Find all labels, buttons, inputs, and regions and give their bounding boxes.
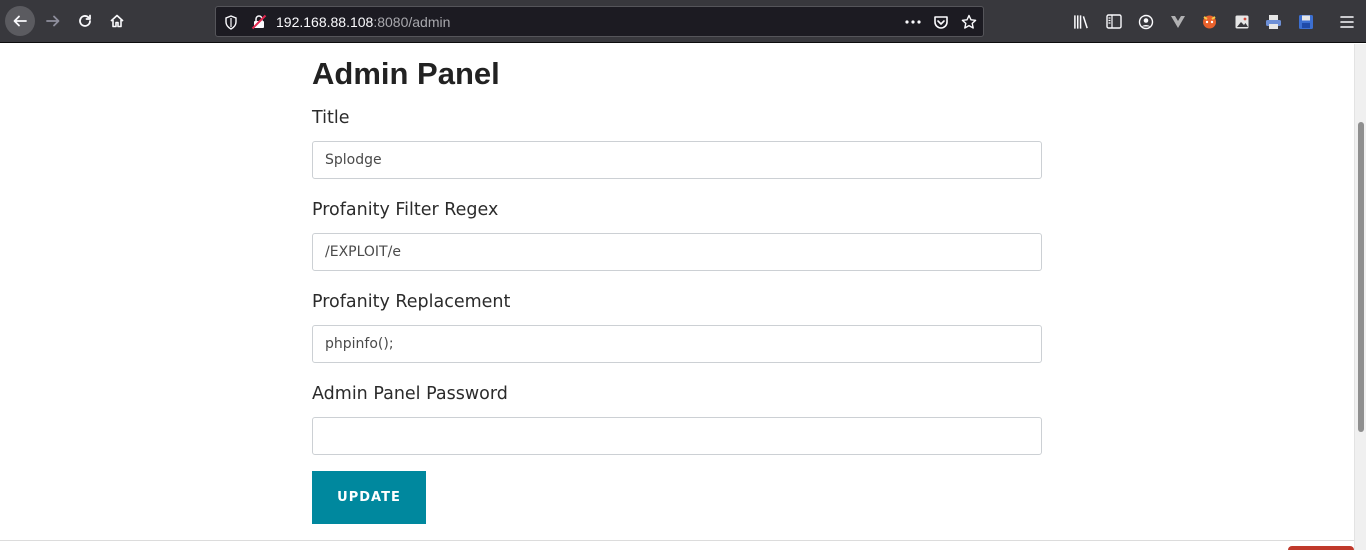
update-button[interactable]: UPDATE [312,471,426,524]
pocket-icon[interactable] [932,14,950,30]
back-button[interactable] [5,6,35,36]
footer-divider [0,540,1354,541]
vue-devtools-icon[interactable] [1169,13,1186,30]
extension-save-icon[interactable] [1297,13,1314,30]
insecure-lock-icon[interactable] [251,14,267,30]
home-icon [110,14,124,28]
library-icon[interactable] [1073,13,1090,30]
corner-tab[interactable] [1288,546,1354,550]
page-title: Admin Panel [312,56,500,91]
home-button[interactable] [102,6,132,36]
profanity-replacement-input[interactable] [312,325,1042,363]
browser-toolbar: 192.168.88.108:8080/admin [0,0,1366,43]
star-icon[interactable] [960,14,978,30]
profanity-replacement-label: Profanity Replacement [312,292,511,312]
back-arrow-icon [13,15,27,27]
forward-button[interactable] [38,6,68,36]
title-input[interactable] [312,141,1042,179]
profanity-regex-label: Profanity Filter Regex [312,200,499,220]
admin-password-input[interactable] [312,417,1042,455]
forward-arrow-icon [46,15,60,27]
admin-password-label: Admin Panel Password [312,384,508,404]
address-bar[interactable]: 192.168.88.108:8080/admin [215,6,984,37]
account-icon[interactable] [1137,13,1154,30]
more-dots-icon[interactable] [904,14,922,30]
sidebar-icon[interactable] [1105,13,1122,30]
reload-button[interactable] [70,6,100,36]
scrollbar-thumb[interactable] [1358,122,1364,432]
page-scrollbar[interactable] [1354,44,1366,550]
extension-printer-icon[interactable] [1265,13,1282,30]
url-text[interactable]: 192.168.88.108:8080/admin [276,14,450,30]
title-label: Title [312,108,350,128]
page-viewport: Admin Panel Title Profanity Filter Regex… [0,44,1354,550]
extension-image-icon[interactable] [1233,13,1250,30]
shield-icon[interactable] [223,14,239,30]
url-path: :8080/admin [373,14,451,30]
extension-fox-icon[interactable] [1201,13,1218,30]
menu-icon[interactable] [1338,13,1355,30]
profanity-regex-input[interactable] [312,233,1042,271]
url-host: 192.168.88.108 [276,14,374,30]
reload-icon [79,14,91,27]
